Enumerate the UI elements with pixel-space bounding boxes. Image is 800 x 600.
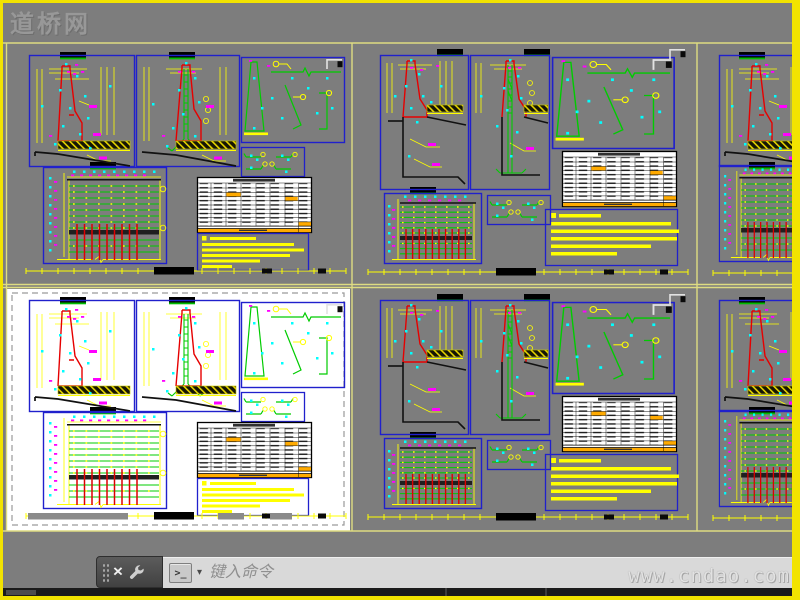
frame-border-right [792, 0, 800, 600]
command-bar-handle[interactable]: × [96, 556, 163, 588]
frame-border-bottom [0, 596, 800, 600]
drag-grip-icon[interactable] [101, 562, 109, 582]
command-bar[interactable]: × >_ ▾ www.cndao.com [96, 556, 800, 588]
application-window: 道桥网 × >_ ▾ 键入命令 www.cndao.com [0, 0, 800, 600]
status-strip-grip [6, 590, 36, 595]
command-input-area[interactable]: >_ ▾ www.cndao.com [163, 557, 800, 588]
cad-canvas[interactable] [0, 0, 800, 600]
frame-border-left [0, 0, 3, 600]
close-icon[interactable]: × [113, 563, 123, 578]
sheet-bottom-middle[interactable] [368, 294, 688, 521]
sheet-bottom-right[interactable] [713, 297, 800, 522]
customize-wrench-icon[interactable] [127, 563, 146, 582]
sheet-top-right[interactable] [713, 52, 800, 277]
sheet-bottom-left[interactable] [7, 289, 350, 531]
command-prompt-icon[interactable]: >_ [169, 563, 192, 583]
frame-border-top [0, 0, 800, 3]
sheet-top-left[interactable] [26, 52, 346, 275]
command-input[interactable] [207, 563, 794, 583]
sheet-top-middle[interactable] [368, 49, 688, 276]
recent-commands-dropdown-icon[interactable]: ▾ [197, 568, 202, 578]
watermark-site-name: 道桥网 [10, 10, 91, 38]
